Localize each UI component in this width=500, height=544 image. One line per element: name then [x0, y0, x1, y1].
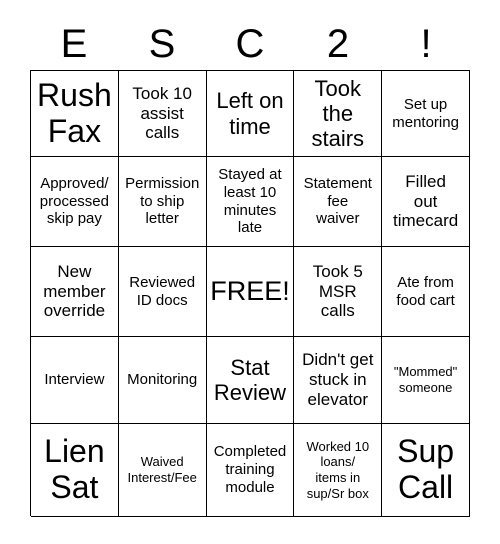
- bingo-card: E S C 2 ! Rush Fax Took 10 assist calls …: [0, 0, 500, 544]
- bingo-cell[interactable]: Took 10 assist calls: [118, 71, 207, 157]
- bingo-cell[interactable]: Interview: [31, 337, 119, 424]
- bingo-header-letter-5: !: [420, 22, 432, 66]
- bingo-cell[interactable]: Waived Interest/Fee: [118, 424, 207, 517]
- bingo-cell-label: Stayed at least 10 minutes late: [218, 166, 282, 237]
- bingo-cell-label: FREE!: [210, 276, 290, 307]
- bingo-cell-label: Rush Fax: [37, 76, 112, 149]
- bingo-cell[interactable]: Ate from food cart: [382, 247, 470, 337]
- bingo-grid: Rush Fax Took 10 assist calls Left on ti…: [30, 70, 470, 517]
- bingo-cell-label: Approved/ processed skip pay: [39, 174, 109, 228]
- bingo-cell[interactable]: Rush Fax: [31, 71, 119, 157]
- bingo-cell[interactable]: Stat Review: [206, 337, 295, 424]
- bingo-cell-label: Waived Interest/Fee: [127, 454, 197, 485]
- bingo-cell[interactable]: Stayed at least 10 minutes late: [206, 157, 295, 247]
- bingo-cell[interactable]: Didn't get stuck in elevator: [294, 337, 383, 424]
- bingo-header-letter-4: 2: [326, 22, 350, 66]
- bingo-cell[interactable]: "Mommed" someone: [382, 337, 470, 424]
- bingo-cell-free-space[interactable]: FREE!: [206, 247, 295, 337]
- bingo-cell-label: Interview: [44, 371, 105, 389]
- bingo-cell-label: Stat Review: [213, 354, 287, 405]
- bingo-cell-label: Sup Call: [397, 433, 455, 505]
- bingo-cell-label: Lien Sat: [44, 433, 105, 505]
- bingo-cell-label: Filled out timecard: [393, 171, 459, 231]
- bingo-cell[interactable]: Monitoring: [118, 337, 207, 424]
- bingo-cell-label: Took 5 MSR calls: [312, 261, 363, 321]
- bingo-cell[interactable]: Took 5 MSR calls: [294, 247, 383, 337]
- bingo-cell[interactable]: Completed training module: [206, 424, 295, 517]
- bingo-cell[interactable]: Filled out timecard: [382, 157, 470, 247]
- bingo-cell[interactable]: Worked 10 loans/ items in sup/Sr box: [294, 424, 383, 517]
- bingo-cell[interactable]: Lien Sat: [31, 424, 119, 517]
- bingo-header-letter-2: S: [148, 22, 176, 66]
- bingo-cell-label: Ate from food cart: [396, 273, 455, 309]
- bingo-cell-label: Completed training module: [213, 443, 287, 496]
- bingo-cell-label: Permission to ship letter: [125, 174, 200, 228]
- bingo-cell-label: Left on time: [216, 88, 284, 139]
- bingo-cell-label: "Mommed" someone: [393, 364, 458, 395]
- bingo-cell-label: New member override: [43, 261, 106, 321]
- bingo-cell[interactable]: Set up mentoring: [382, 71, 470, 157]
- bingo-cell[interactable]: Reviewed ID docs: [118, 247, 207, 337]
- bingo-cell[interactable]: New member override: [31, 247, 119, 337]
- bingo-cell-label: Set up mentoring: [392, 95, 459, 131]
- bingo-cell[interactable]: Took the stairs: [294, 71, 383, 157]
- bingo-cell[interactable]: Sup Call: [382, 424, 470, 517]
- bingo-cell-label: Monitoring: [127, 371, 198, 389]
- bingo-header-row: E S C 2 !: [30, 18, 470, 70]
- bingo-cell[interactable]: Statement fee waiver: [294, 157, 383, 247]
- bingo-cell-label: Worked 10 loans/ items in sup/Sr box: [306, 438, 370, 501]
- bingo-cell-label: Reviewed ID docs: [129, 273, 196, 309]
- bingo-cell[interactable]: Approved/ processed skip pay: [31, 157, 119, 247]
- bingo-cell-label: Didn't get stuck in elevator: [302, 350, 374, 409]
- bingo-header-letter-1: E: [60, 22, 88, 66]
- bingo-cell[interactable]: Left on time: [206, 71, 295, 157]
- bingo-cell[interactable]: Permission to ship letter: [118, 157, 207, 247]
- bingo-cell-label: Took the stairs: [311, 75, 365, 152]
- bingo-cell-label: Statement fee waiver: [303, 174, 372, 228]
- bingo-header-letter-3: C: [235, 22, 265, 66]
- bingo-cell-label: Took 10 assist calls: [132, 83, 192, 143]
